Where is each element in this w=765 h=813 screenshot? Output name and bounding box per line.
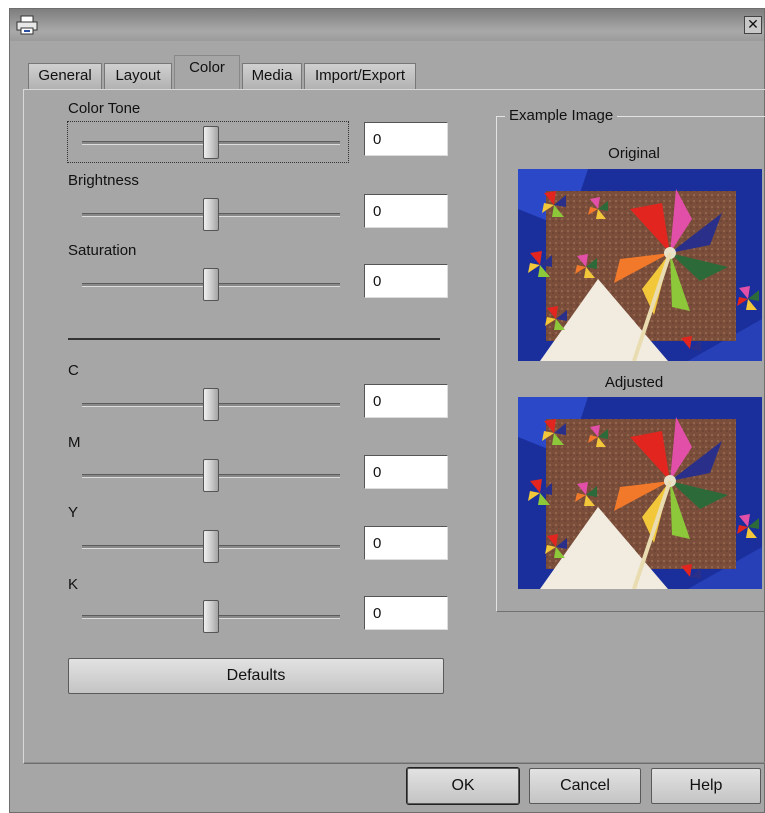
slider-thumb[interactable]	[203, 126, 219, 159]
cyan-input[interactable]	[364, 384, 448, 418]
section-divider	[68, 338, 440, 340]
saturation-slider[interactable]	[68, 264, 348, 304]
tab-color[interactable]: Color	[174, 55, 240, 89]
slider-thumb[interactable]	[203, 198, 219, 231]
cyan-label: C	[68, 362, 79, 379]
brightness-label: Brightness	[68, 172, 139, 189]
yellow-input[interactable]	[364, 526, 448, 560]
tab-media[interactable]: Media	[242, 63, 302, 89]
help-button[interactable]: Help	[651, 768, 761, 804]
yellow-slider[interactable]	[68, 526, 348, 566]
slider-thumb[interactable]	[203, 268, 219, 301]
defaults-button[interactable]: Defaults	[68, 658, 444, 694]
tab-layout[interactable]: Layout	[104, 63, 172, 89]
brightness-slider[interactable]	[68, 194, 348, 234]
color-tab-panel: Color Tone Brightness Saturation C M	[23, 89, 765, 764]
printer-icon	[16, 15, 38, 35]
magenta-input[interactable]	[364, 455, 448, 489]
slider-thumb[interactable]	[203, 600, 219, 633]
example-image-group: Example Image Original Adjusted	[496, 107, 765, 612]
adjusted-image	[518, 397, 762, 589]
tab-import-export[interactable]: Import/Export	[304, 63, 416, 89]
cyan-slider[interactable]	[68, 384, 348, 424]
saturation-label: Saturation	[68, 242, 137, 259]
example-image-group-label: Example Image	[505, 107, 618, 124]
ok-button[interactable]: OK	[407, 768, 519, 804]
tab-general[interactable]: General	[28, 63, 102, 89]
title-bar[interactable]: ✕	[10, 9, 764, 41]
adjusted-label: Adjusted	[604, 374, 664, 391]
black-slider[interactable]	[68, 596, 348, 636]
original-image	[518, 169, 762, 361]
color-tone-slider[interactable]	[67, 121, 349, 163]
magenta-label: M	[68, 434, 81, 451]
slider-thumb[interactable]	[203, 388, 219, 421]
cancel-button[interactable]: Cancel	[529, 768, 641, 804]
color-tone-label: Color Tone	[68, 100, 141, 117]
yellow-label: Y	[68, 504, 79, 521]
original-label: Original	[608, 145, 660, 162]
color-tone-input[interactable]	[364, 122, 448, 156]
slider-thumb[interactable]	[203, 459, 219, 492]
saturation-input[interactable]	[364, 264, 448, 298]
brightness-input[interactable]	[364, 194, 448, 228]
print-settings-dialog: ✕ General Layout Color Media Import/Expo…	[9, 8, 765, 813]
black-input[interactable]	[364, 596, 448, 630]
close-button[interactable]: ✕	[744, 16, 762, 34]
slider-thumb[interactable]	[203, 530, 219, 563]
magenta-slider[interactable]	[68, 455, 348, 495]
black-label: K	[68, 576, 79, 593]
